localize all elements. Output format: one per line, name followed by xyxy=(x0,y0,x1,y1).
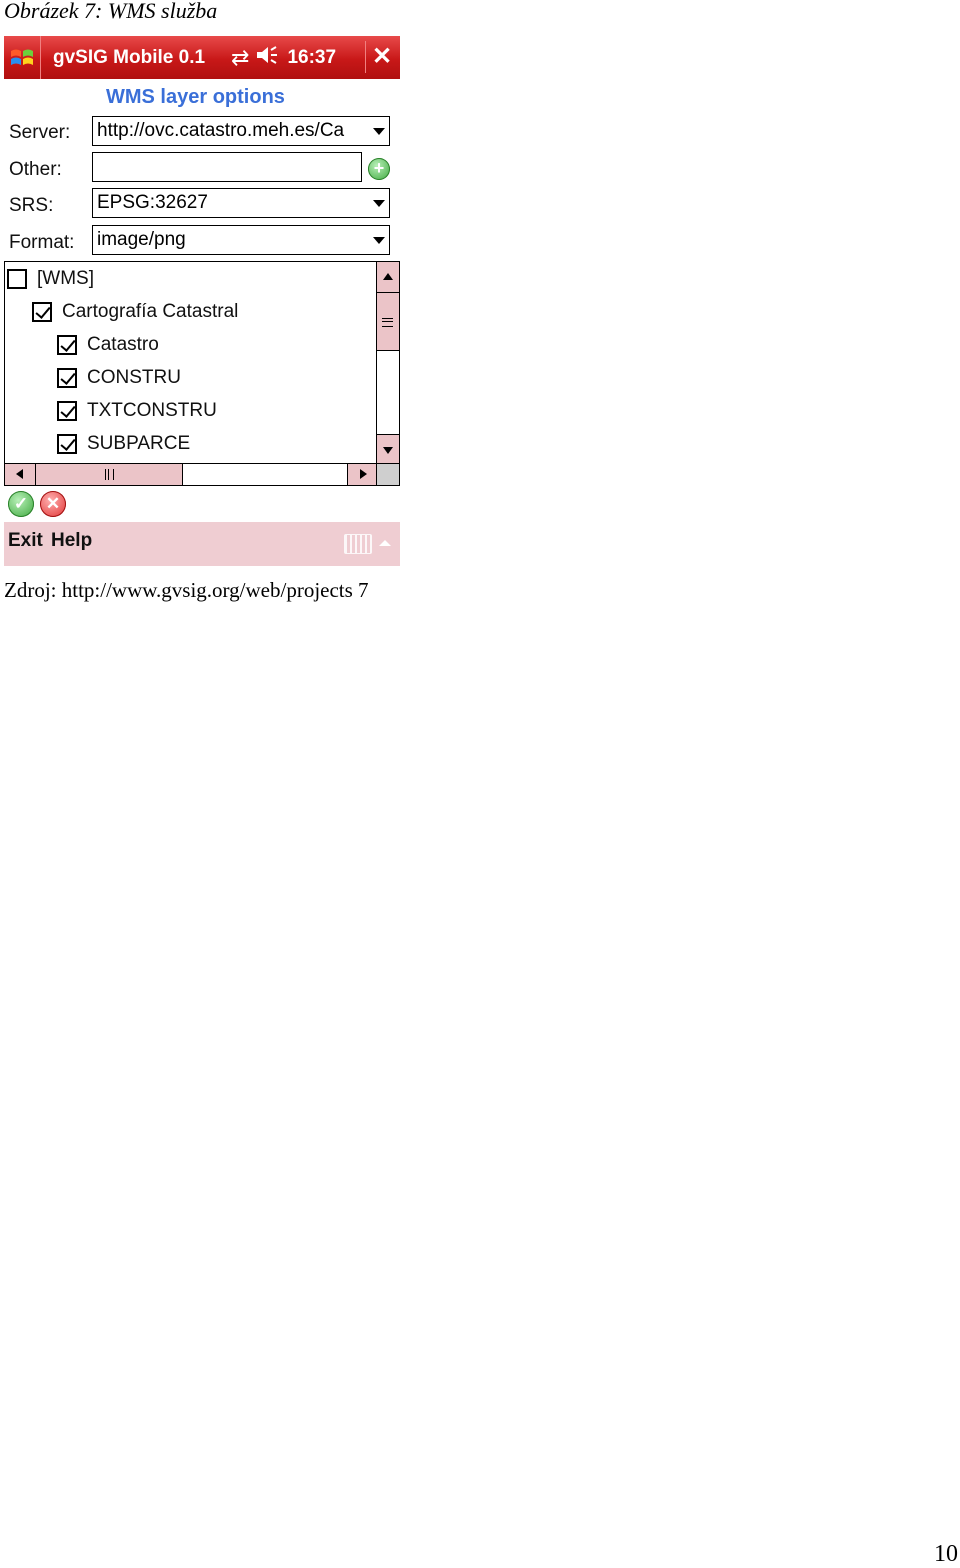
server-label: Server: xyxy=(9,122,71,143)
srs-combo[interactable]: EPSG:32627 xyxy=(92,188,390,218)
arrow-right-icon xyxy=(360,469,367,479)
add-icon[interactable]: + xyxy=(368,158,390,180)
arrow-up-icon xyxy=(383,273,393,280)
scroll-left-button[interactable] xyxy=(5,464,36,485)
tree-item[interactable]: Cartografía Catastral xyxy=(32,297,238,327)
pocketpc-screen: gvSIG Mobile 0.1 ⇄ 16:37 ✕ WMS layer opt… xyxy=(4,36,400,566)
start-button[interactable] xyxy=(4,36,41,79)
source-note: Zdroj: http://www.gvsig.org/web/projects… xyxy=(4,578,369,602)
checkbox[interactable] xyxy=(7,269,27,289)
chevron-down-icon[interactable] xyxy=(373,128,385,135)
vertical-scroll-thumb[interactable] xyxy=(377,293,399,351)
softkey-bar: Exit Help xyxy=(4,522,400,566)
scroll-down-button[interactable] xyxy=(377,434,399,465)
srs-value: EPSG:32627 xyxy=(97,192,208,213)
close-button[interactable]: ✕ xyxy=(365,41,398,73)
arrow-down-icon xyxy=(383,447,393,454)
title-bar: gvSIG Mobile 0.1 ⇄ 16:37 ✕ xyxy=(4,36,400,79)
server-value: http://ovc.catastro.meh.es/Ca xyxy=(97,120,345,141)
other-label: Other: xyxy=(9,159,62,180)
tree-item[interactable]: [WMS] xyxy=(7,264,94,294)
dialog-title: WMS layer options xyxy=(106,86,285,108)
scroll-up-button[interactable] xyxy=(377,262,399,293)
checkbox[interactable] xyxy=(57,434,77,454)
scrollbar-corner xyxy=(376,463,399,485)
input-menu-arrow-icon[interactable] xyxy=(379,540,391,546)
help-softkey[interactable]: Help xyxy=(51,530,92,552)
format-combo[interactable]: image/png xyxy=(92,225,390,255)
vertical-scrollbar[interactable] xyxy=(376,262,399,465)
format-label: Format: xyxy=(9,232,75,253)
cancel-button[interactable]: ✕ xyxy=(40,491,66,517)
page-number: 10 xyxy=(934,1541,958,1567)
app-title: gvSIG Mobile 0.1 xyxy=(53,46,206,68)
srs-label: SRS: xyxy=(9,195,54,216)
grip-icon xyxy=(382,318,393,327)
windows-flag-icon xyxy=(11,49,33,65)
keyboard-icon[interactable] xyxy=(344,534,372,554)
server-combo[interactable]: http://ovc.catastro.meh.es/Ca xyxy=(92,116,390,146)
format-value: image/png xyxy=(97,229,186,250)
exit-softkey[interactable]: Exit xyxy=(8,530,43,552)
tree-item[interactable]: TXTCONSTRU xyxy=(57,396,217,426)
chevron-down-icon[interactable] xyxy=(373,237,385,244)
tree-item-label: [WMS] xyxy=(37,268,94,289)
speaker-icon xyxy=(257,45,278,64)
ok-button[interactable]: ✓ xyxy=(8,491,34,517)
layer-tree[interactable]: [WMS] Cartografía Catastral Catastro CON… xyxy=(4,261,400,486)
clock[interactable]: 16:37 xyxy=(287,47,336,69)
chevron-down-icon[interactable] xyxy=(373,200,385,207)
other-input[interactable] xyxy=(92,152,362,182)
tree-item-label: Cartografía Catastral xyxy=(62,301,239,322)
connectivity-icon[interactable]: ⇄ xyxy=(231,45,249,71)
tree-item[interactable]: SUBPARCE xyxy=(57,429,190,459)
tree-item[interactable]: Catastro xyxy=(57,330,159,360)
checkbox[interactable] xyxy=(57,335,77,355)
arrow-left-icon xyxy=(16,469,23,479)
figure-caption: Obrázek 7: WMS služba xyxy=(4,0,218,23)
horizontal-scroll-thumb[interactable] xyxy=(36,464,183,485)
tree-item-label: TXTCONSTRU xyxy=(87,400,217,421)
checkbox[interactable] xyxy=(57,401,77,421)
tree-item-label: CONSTRU xyxy=(87,367,181,388)
grip-icon xyxy=(105,469,114,480)
horizontal-scrollbar[interactable] xyxy=(5,463,378,485)
checkbox[interactable] xyxy=(57,368,77,388)
scroll-right-button[interactable] xyxy=(347,464,378,485)
tree-item-label: SUBPARCE xyxy=(87,433,191,454)
checkbox[interactable] xyxy=(32,302,52,322)
volume-icon[interactable] xyxy=(255,44,279,72)
tree-item[interactable]: CONSTRU xyxy=(57,363,181,393)
tree-item-label: Catastro xyxy=(87,334,159,355)
